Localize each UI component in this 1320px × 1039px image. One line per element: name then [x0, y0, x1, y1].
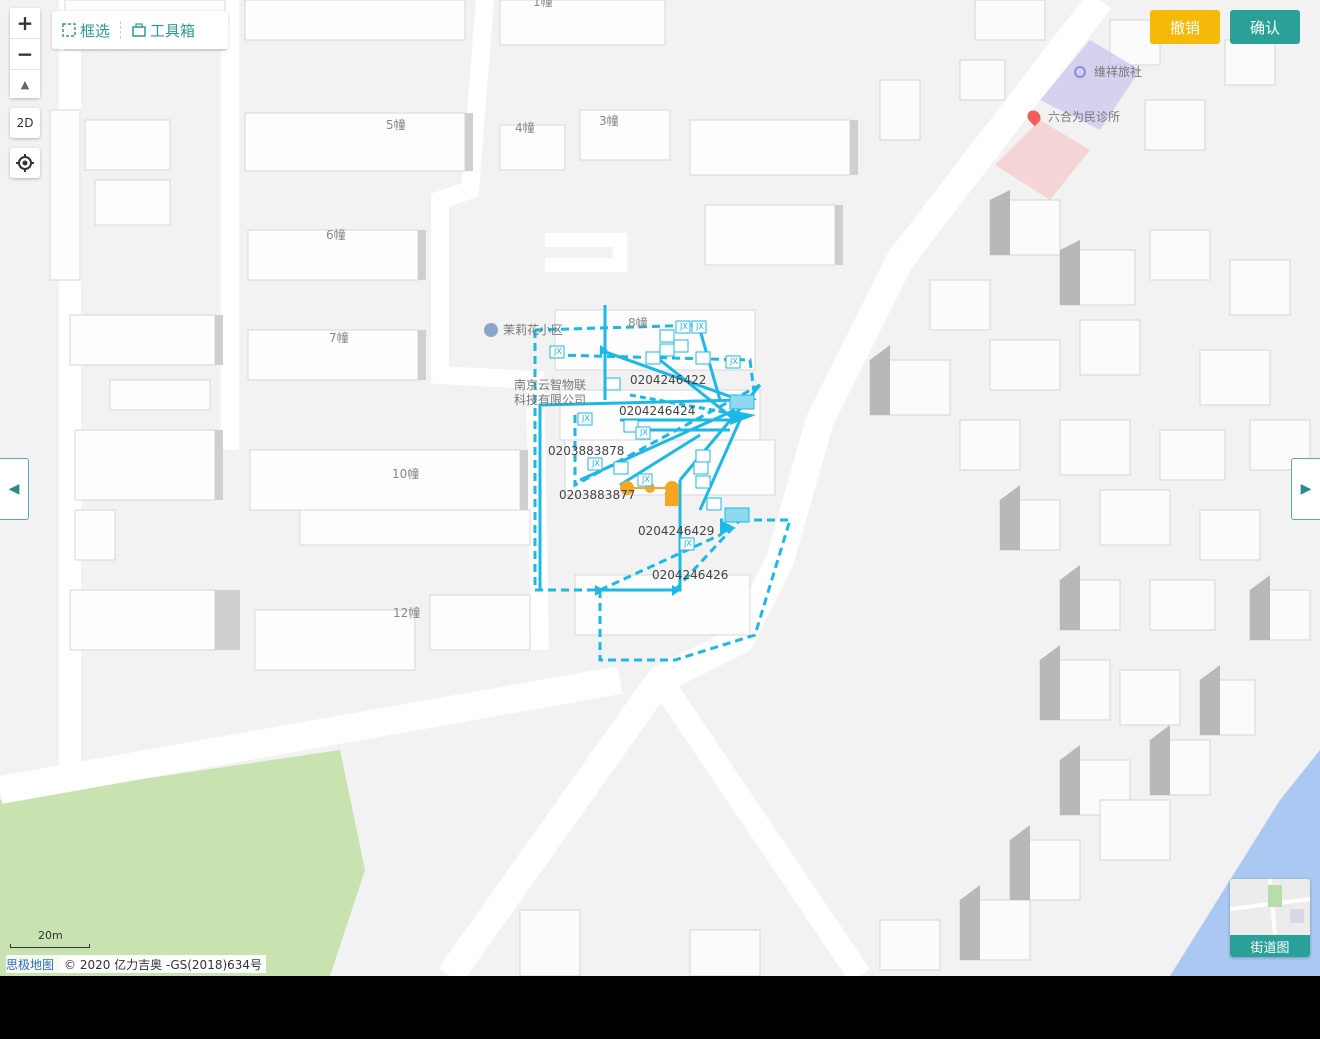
poi-hotel-label: 维祥旅社: [1094, 65, 1143, 79]
zoom-in-button[interactable]: +: [10, 8, 40, 39]
map-provider-logo[interactable]: 思极地图: [6, 956, 54, 973]
street-view-label: 街道图: [1230, 935, 1310, 957]
building-label-3: 3幢: [599, 114, 619, 128]
cancel-button[interactable]: 撤销: [1150, 10, 1220, 44]
copyright-text: © 2020 亿力吉奥 -GS(2018)634号: [60, 955, 267, 973]
device-label[interactable]: 0204246424: [619, 404, 695, 418]
device-label[interactable]: 0204246422: [630, 373, 706, 387]
jx-marker[interactable]: JX: [680, 322, 688, 331]
jx-marker[interactable]: JX: [592, 459, 600, 468]
toolbox-tool[interactable]: 工具箱: [122, 20, 205, 41]
poi-hotel[interactable]: 维祥旅社: [1074, 63, 1142, 80]
jx-marker[interactable]: JX: [642, 475, 650, 484]
map-base: [0, 0, 1320, 976]
building-label-7: 7幢: [329, 331, 349, 345]
chevron-left-icon: ◀: [8, 481, 20, 497]
poi-community[interactable]: 茉莉花小区: [484, 321, 563, 338]
building-label-6: 6幢: [326, 228, 346, 242]
map-toolbar: 框选 工具箱: [52, 11, 228, 49]
locate-button[interactable]: [10, 148, 40, 178]
jx-marker[interactable]: JX: [730, 357, 738, 366]
device-label[interactable]: 0203883878: [548, 444, 624, 458]
jx-marker[interactable]: JX: [582, 414, 590, 423]
left-panel-toggle[interactable]: ◀: [0, 458, 29, 520]
map-attribution: 思极地图 © 2020 亿力吉奥 -GS(2018)634号: [6, 955, 267, 973]
building-label-5: 5幢: [386, 118, 406, 132]
compass-icon[interactable]: ▲: [10, 70, 40, 98]
poi-company-line2: 科技有限公司: [514, 393, 587, 407]
street-view-button[interactable]: 街道图: [1230, 879, 1310, 957]
building-label-4: 4幢: [515, 121, 535, 135]
right-panel-toggle[interactable]: ▶: [1291, 458, 1320, 520]
chevron-right-icon: ▶: [1300, 481, 1312, 497]
poi-clinic-label: 六合为民诊所: [1048, 110, 1121, 124]
jx-marker[interactable]: JX: [554, 347, 562, 356]
select-tool[interactable]: 框选: [52, 20, 120, 41]
hotel-pin-icon: [1074, 65, 1086, 78]
mode-2d-button[interactable]: 2D: [10, 108, 40, 138]
locate-icon: [16, 154, 34, 172]
zoom-out-button[interactable]: −: [10, 39, 40, 70]
poi-community-label: 茉莉花小区: [503, 323, 564, 337]
poi-company[interactable]: 南京云智物联 科技有限公司: [514, 378, 586, 408]
scale-line: [10, 944, 90, 948]
map-canvas[interactable]: 5幢 4幢 3幢 6幢 7幢 8幢 10幢 12幢 1幢 茉莉花小区 南京云智物…: [0, 0, 1320, 976]
building-label-12: 12幢: [393, 606, 421, 620]
device-label[interactable]: 0203883877: [559, 488, 635, 502]
device-label[interactable]: 0204246426: [652, 568, 728, 582]
hospital-pin-icon: [1024, 107, 1044, 126]
zoom-control: + − ▲: [10, 8, 40, 98]
jx-marker[interactable]: JX: [684, 539, 692, 548]
box-select-icon: [62, 23, 76, 37]
poi-company-line1: 南京云智物联: [514, 378, 587, 392]
poi-clinic[interactable]: 六合为民诊所: [1024, 107, 1121, 126]
street-view-thumbnail: [1230, 879, 1310, 936]
select-tool-label: 框选: [80, 21, 111, 40]
building-label-10: 10幢: [392, 467, 420, 481]
building-poi-icon: [484, 322, 498, 337]
scale-bar: 20m: [10, 929, 90, 948]
building-label-8: 8幢: [628, 316, 648, 330]
device-label[interactable]: 0204246429: [638, 524, 714, 538]
jx-marker[interactable]: JX: [640, 428, 648, 437]
toolbox-icon: [132, 23, 146, 37]
toolbox-tool-label: 工具箱: [150, 21, 196, 40]
confirm-button[interactable]: 确认: [1230, 10, 1300, 44]
scale-label: 20m: [38, 929, 63, 942]
jx-marker[interactable]: JX: [696, 322, 704, 331]
building-label-1: 1幢: [533, 0, 553, 9]
